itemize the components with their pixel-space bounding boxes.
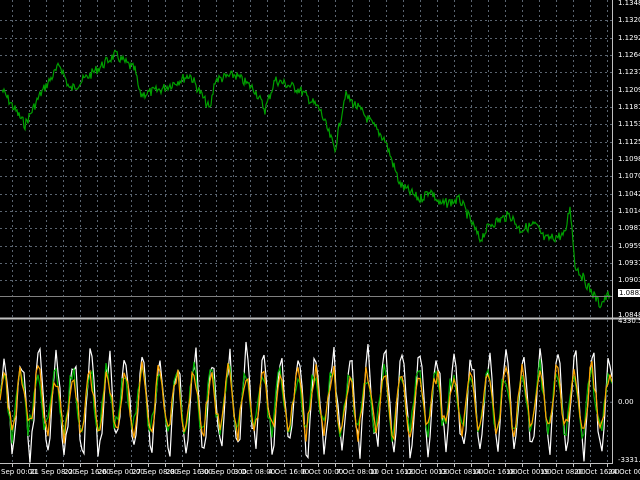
price-tick-label: 1.10145 — [618, 207, 640, 215]
oscillator-tick-label: 0.00 — [618, 397, 634, 406]
price-tick-label: 1.13480 — [618, 0, 640, 7]
oscillator-tick-label: 4330.541 — [618, 317, 640, 325]
price-tick-label: 1.13200 — [618, 16, 640, 24]
price-tick-label: 1.11255 — [618, 138, 640, 146]
time-tick-label: 24 Oct 00:00 — [608, 468, 640, 476]
price-tick-label: 1.12090 — [618, 86, 640, 94]
price-series — [1, 49, 611, 309]
price-tick-label: 1.09870 — [618, 224, 640, 232]
price-tick-label: 1.10425 — [618, 190, 640, 198]
price-tick-label: 1.10700 — [618, 172, 640, 180]
price-tick-label: 1.12370 — [618, 68, 640, 76]
chart-canvas[interactable] — [0, 0, 640, 480]
price-tick-label: 1.09315 — [618, 259, 640, 267]
oscillator-tick-label: -3331.746 — [618, 456, 640, 464]
price-tick-label: 1.11535 — [618, 120, 640, 128]
oscillator-green-line — [0, 359, 613, 444]
price-tick-label: 1.12925 — [618, 34, 640, 42]
price-tick-label: 1.09590 — [618, 242, 640, 250]
current-price-label: 1.08826 — [618, 289, 640, 298]
price-tick-label: 1.12645 — [618, 51, 640, 59]
price-tick-label: 1.10980 — [618, 155, 640, 163]
price-line — [1, 49, 611, 309]
price-tick-label: 1.09035 — [618, 276, 640, 284]
price-tick-label: 1.11810 — [618, 103, 640, 111]
